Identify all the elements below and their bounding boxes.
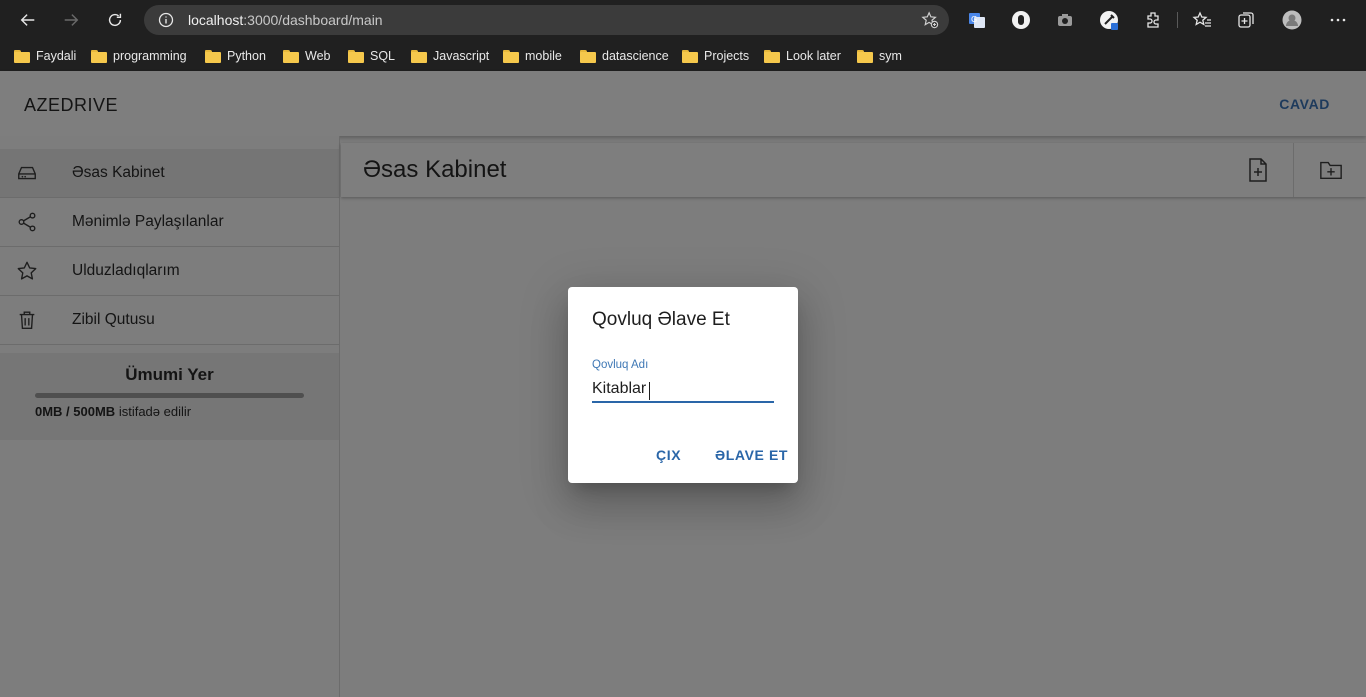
bookmark-folder[interactable]: Web: [283, 45, 330, 67]
url-text[interactable]: localhost:3000/dashboard/main: [188, 12, 383, 28]
storage-suffix: istifadə edilir: [118, 404, 192, 419]
storage-usage-text: 0MB / 500MB istifadə edilir: [35, 404, 191, 419]
sidebar: Əsas Kabinet Mənimlə Paylaşılanlar Ulduz…: [0, 136, 340, 697]
url-path: :3000/dashboard/main: [243, 12, 383, 28]
svg-text:G: G: [971, 15, 977, 24]
folder-name-input[interactable]: [592, 377, 774, 403]
browser-toolbar: localhost:3000/dashboard/main G: [0, 0, 1366, 40]
sidebar-item-shared-with-me[interactable]: Mənimlə Paylaşılanlar: [0, 198, 339, 247]
storage-used: 0MB / 500MB: [35, 404, 116, 419]
profile-avatar-icon[interactable]: [1280, 8, 1304, 32]
sidebar-item-main-cabinet[interactable]: Əsas Kabinet: [0, 149, 339, 198]
bookmark-label: Python: [227, 49, 266, 63]
bookmark-label: Web: [305, 49, 331, 63]
collections-icon[interactable]: [1234, 8, 1258, 32]
bookmark-label: programming: [113, 49, 187, 63]
bookmarks-bar: Faydali programming Python Web SQL Javas…: [0, 40, 1366, 71]
bookmark-folder[interactable]: Look later: [764, 45, 841, 67]
bookmark-folder[interactable]: Projects: [682, 45, 749, 67]
main-toolbar: Əsas Kabinet: [341, 143, 1366, 197]
sidebar-item-starred[interactable]: Ulduzladıqlarım: [0, 247, 339, 296]
bookmark-label: mobile: [525, 49, 562, 63]
extension-icon[interactable]: [1009, 8, 1033, 32]
bookmark-label: SQL: [370, 49, 396, 63]
folder-icon: [283, 49, 299, 63]
add-favorite-icon[interactable]: [921, 11, 939, 29]
drive-icon: [18, 166, 36, 180]
bookmark-label: Look later: [786, 49, 841, 63]
sidebar-item-label: Əsas Kabinet: [72, 164, 165, 181]
add-folder-dialog: Qovluq Əlave Et Qovluq Adı ÇIX ƏLAVE ET: [568, 287, 798, 483]
camera-extension-icon[interactable]: [1053, 8, 1077, 32]
bookmark-folder[interactable]: SQL: [348, 45, 395, 67]
app-header: AZEDRIVE CAVAD: [0, 71, 1366, 136]
sidebar-item-label: Zibil Qutusu: [72, 311, 155, 328]
folder-icon: [14, 49, 30, 63]
sidebar-item-label: Mənimlə Paylaşılanlar: [72, 213, 224, 230]
bookmark-label: sym: [879, 49, 902, 63]
folder-icon: [411, 49, 427, 63]
bookmark-folder[interactable]: sym: [857, 45, 902, 67]
bookmark-label: Javascript: [433, 49, 490, 63]
address-bar[interactable]: localhost:3000/dashboard/main: [144, 5, 949, 35]
cancel-button[interactable]: ÇIX: [656, 447, 681, 463]
star-icon: [17, 261, 37, 280]
sidebar-item-trash[interactable]: Zibil Qutusu: [0, 296, 339, 345]
folder-icon: [764, 49, 780, 63]
dialog-title: Qovluq Əlave Et: [592, 309, 730, 330]
app-title: AZEDRIVE: [24, 95, 119, 115]
page-title: Əsas Kabinet: [363, 156, 507, 183]
bookmark-folder[interactable]: programming: [91, 45, 187, 67]
folder-icon: [205, 49, 221, 63]
share-icon: [18, 212, 36, 232]
color-picker-extension-icon[interactable]: [1097, 8, 1121, 32]
folder-name-label: Qovluq Adı: [592, 359, 649, 371]
storage-title: Ümumi Yer: [125, 365, 214, 384]
sidebar-item-label: Ulduzladıqlarım: [72, 262, 180, 279]
add-button[interactable]: ƏLAVE ET: [715, 447, 788, 463]
refresh-icon[interactable]: [101, 6, 129, 34]
bookmark-folder[interactable]: mobile: [503, 45, 562, 67]
folder-icon: [580, 49, 596, 63]
folder-icon: [348, 49, 364, 63]
user-button[interactable]: CAVAD: [1279, 96, 1330, 112]
bookmark-label: Faydali: [36, 49, 77, 63]
storage-panel: Ümumi Yer 0MB / 500MB istifadə edilir: [0, 353, 339, 440]
trash-icon: [19, 311, 35, 329]
folder-icon: [857, 49, 873, 63]
add-file-icon[interactable]: [1246, 157, 1270, 183]
info-icon[interactable]: [158, 12, 174, 28]
storage-progress-bar: [35, 393, 304, 398]
extensions-icon[interactable]: [1141, 8, 1165, 32]
folder-icon: [503, 49, 519, 63]
text-caret: [649, 382, 650, 400]
bookmark-label: datascience: [602, 49, 669, 63]
favorites-icon[interactable]: [1190, 8, 1214, 32]
bookmark-folder[interactable]: datascience: [580, 45, 669, 67]
back-icon[interactable]: [14, 6, 42, 34]
folder-icon: [682, 49, 698, 63]
toolbar-divider: [1293, 143, 1294, 197]
bookmark-folder[interactable]: Faydali: [14, 45, 76, 67]
translate-extension-icon[interactable]: G: [965, 8, 989, 32]
bookmark-folder[interactable]: Python: [205, 45, 266, 67]
more-options-icon[interactable]: [1326, 8, 1350, 32]
bookmark-folder[interactable]: Javascript: [411, 45, 489, 67]
url-host: localhost: [188, 12, 244, 28]
forward-icon[interactable]: [57, 6, 85, 34]
toolbar-divider: [1177, 12, 1178, 28]
folder-icon: [91, 49, 107, 63]
bookmark-label: Projects: [704, 49, 750, 63]
add-folder-icon[interactable]: [1319, 157, 1343, 183]
